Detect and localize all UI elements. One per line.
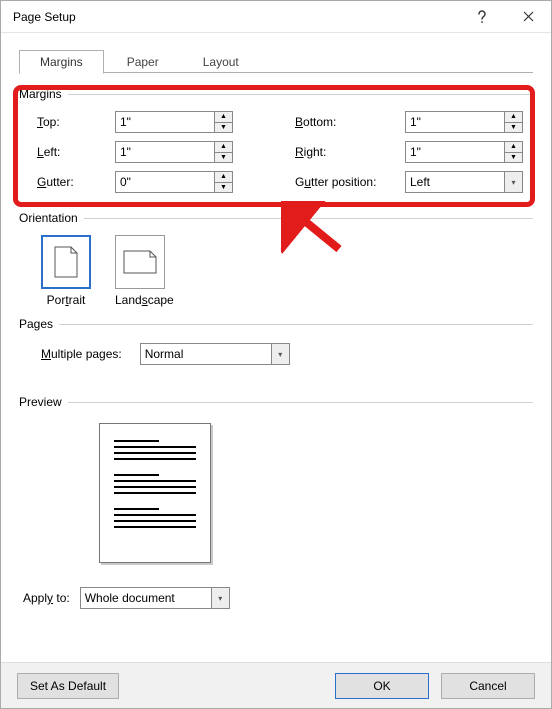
orientation-landscape[interactable]: Landscape (115, 235, 174, 307)
apply-to-select[interactable]: Whole document ▾ (80, 587, 230, 609)
right-input[interactable] (406, 142, 504, 162)
pages-group-label: Pages (19, 317, 59, 331)
titlebar: Page Setup (1, 1, 551, 33)
spinner-down-icon[interactable]: ▼ (505, 122, 522, 133)
gutter-position-value: Left (406, 175, 504, 189)
preview-group: Preview (19, 395, 533, 563)
multiple-pages-value: Normal (141, 347, 271, 361)
help-icon (477, 10, 487, 24)
right-label: Right: (295, 145, 405, 159)
chevron-down-icon: ▾ (271, 344, 289, 364)
spinner-up-icon[interactable]: ▲ (215, 142, 232, 152)
spinner-up-icon[interactable]: ▲ (505, 142, 522, 152)
right-spinner[interactable]: ▲▼ (405, 141, 523, 163)
chevron-down-icon: ▾ (211, 588, 229, 608)
set-as-default-button[interactable]: Set As Default (17, 673, 119, 699)
tab-margins[interactable]: Margins (19, 50, 104, 74)
window-title: Page Setup (13, 10, 459, 24)
apply-to-value: Whole document (81, 591, 211, 605)
page-setup-dialog: Page Setup Margins Paper Layout Margins (0, 0, 552, 709)
gutter-spinner[interactable]: ▲▼ (115, 171, 233, 193)
bottom-input[interactable] (406, 112, 504, 132)
gutter-label: Gutter: (37, 175, 115, 189)
tabstrip: Margins Paper Layout (19, 47, 533, 73)
close-button[interactable] (505, 1, 551, 33)
preview-group-label: Preview (19, 395, 68, 409)
spinner-up-icon[interactable]: ▲ (505, 112, 522, 122)
spinner-down-icon[interactable]: ▼ (215, 122, 232, 133)
portrait-caption: Portrait (41, 293, 91, 307)
preview-page (99, 423, 211, 563)
top-input[interactable] (116, 112, 214, 132)
bottom-label: Bottom: (295, 115, 405, 129)
apply-to-label: Apply to: (23, 591, 70, 605)
landscape-page-icon (122, 249, 158, 275)
orientation-group: Orientation Portrait (19, 211, 533, 307)
left-label: Left: (37, 145, 115, 159)
gutter-position-label: Gutter position: (295, 175, 405, 189)
spinner-down-icon[interactable]: ▼ (215, 152, 232, 163)
pages-group: Pages Multiple pages: Normal ▾ (19, 317, 533, 365)
tab-layout[interactable]: Layout (182, 50, 260, 73)
left-input[interactable] (116, 142, 214, 162)
orientation-group-label: Orientation (19, 211, 84, 225)
portrait-page-icon (53, 245, 79, 279)
dialog-content: Margins Paper Layout Margins Top: ▲▼ Bot… (1, 33, 551, 619)
gutter-input[interactable] (116, 172, 214, 192)
left-spinner[interactable]: ▲▼ (115, 141, 233, 163)
margins-group: Margins Top: ▲▼ Bottom: ▲▼ Left: (19, 87, 533, 201)
landscape-caption: Landscape (115, 293, 174, 307)
cancel-button[interactable]: Cancel (441, 673, 535, 699)
top-label: Top: (37, 115, 115, 129)
ok-button[interactable]: OK (335, 673, 429, 699)
gutter-position-select[interactable]: Left ▾ (405, 171, 523, 193)
margins-group-label: Margins (19, 87, 68, 101)
top-spinner[interactable]: ▲▼ (115, 111, 233, 133)
spinner-up-icon[interactable]: ▲ (215, 112, 232, 122)
multiple-pages-label: Multiple pages: (41, 347, 122, 361)
bottom-spinner[interactable]: ▲▼ (405, 111, 523, 133)
dialog-footer: Set As Default OK Cancel (1, 662, 551, 708)
orientation-portrait[interactable]: Portrait (41, 235, 91, 307)
multiple-pages-select[interactable]: Normal ▾ (140, 343, 290, 365)
tab-paper[interactable]: Paper (106, 50, 180, 73)
apply-to-row: Apply to: Whole document ▾ (19, 563, 533, 609)
spinner-up-icon[interactable]: ▲ (215, 172, 232, 182)
close-icon (523, 11, 534, 22)
chevron-down-icon: ▾ (504, 172, 522, 192)
help-button[interactable] (459, 1, 505, 33)
spinner-down-icon[interactable]: ▼ (505, 152, 522, 163)
spinner-down-icon[interactable]: ▼ (215, 182, 232, 193)
